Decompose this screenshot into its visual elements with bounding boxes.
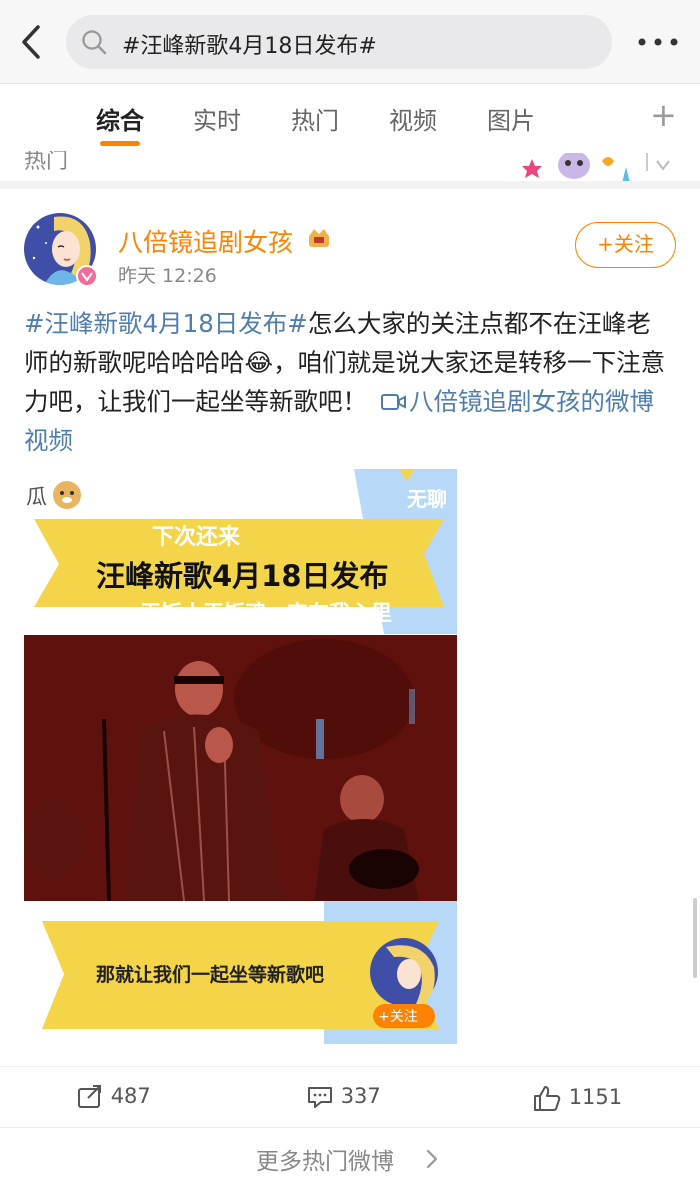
media-caption-right: 无聊 (407, 487, 447, 511)
post-time: 昨天 12:26 (118, 265, 217, 287)
weibo-post: 八倍镜追剧女孩 昨天 12:26 +关注 #汪峰新歌4月18日发布#怎么大家的关… (0, 189, 700, 1127)
tab-realtime[interactable]: 实时 (193, 101, 241, 136)
comment-icon (308, 1087, 332, 1108)
search-query: #汪峰新歌4月18日发布# (122, 34, 377, 59)
verified-badge-icon (76, 265, 98, 287)
media-line-1: 下次还来 (152, 525, 241, 550)
video-link-wrap (367, 387, 409, 416)
like-button[interactable]: 1151 (532, 1084, 622, 1112)
media-follow-badge: +关注 (378, 1009, 418, 1025)
search-icon (82, 30, 107, 55)
tab-video[interactable]: 视频 (389, 101, 437, 136)
add-tab-icon[interactable]: + (650, 99, 677, 131)
media-bottom-banner: 那就让我们一起坐等新歌吧 (96, 964, 325, 986)
repost-icon (78, 1085, 101, 1108)
action-bar: 487 337 1151 (0, 1066, 700, 1127)
category-tabs: 综合 实时 热门 视频 图片 + (0, 85, 700, 151)
more-hot-posts-label: 更多热门微博 (256, 1149, 394, 1175)
comment-button[interactable]: 337 (306, 1084, 381, 1110)
video-thumbnail[interactable]: 瓜 无聊 下次还来 汪峰新歌4月18日发布 干饭人干饭魂，宝在我心里 那就让我们… (24, 469, 457, 1044)
top-bar: #汪峰新歌4月18日发布# (0, 0, 700, 84)
media-line-3: 干饭人干饭魂，宝在我心里 (140, 601, 392, 625)
repost-button[interactable]: 487 (76, 1084, 151, 1110)
comment-count: 337 (340, 1084, 381, 1108)
video-link-icon (381, 394, 406, 410)
post-content: #汪峰新歌4月18日发布#怎么大家的关注点都不在汪峰老师的新歌呢哈哈哈哈😂，咱们… (24, 304, 674, 460)
tab-hot[interactable]: 热门 (291, 101, 339, 136)
author-name[interactable]: 八倍镜追剧女孩 (118, 223, 293, 259)
chevron-right-icon (426, 1149, 438, 1169)
hot-strip-label: 热门 (24, 151, 69, 174)
hashtag-link[interactable]: #汪峰新歌4月18日发布# (24, 309, 308, 338)
media-caption-left: 瓜 (26, 485, 47, 509)
back-arrow-icon[interactable] (14, 22, 50, 62)
scrollbar[interactable] (693, 898, 697, 978)
search-input[interactable]: #汪峰新歌4月18日发布# (66, 15, 612, 69)
follow-button[interactable]: +关注 (575, 222, 676, 268)
media-banner-title: 汪峰新歌4月18日发布 (96, 559, 389, 593)
like-count: 1151 (568, 1085, 623, 1109)
more-options-icon[interactable] (636, 36, 680, 48)
repost-count: 487 (110, 1084, 151, 1108)
member-crown-icon (309, 229, 329, 247)
tab-images[interactable]: 图片 (487, 101, 535, 136)
more-hot-posts-link[interactable]: 更多热门微博 (0, 1127, 700, 1184)
cartoon-decoration-icon (522, 153, 670, 181)
tab-comprehensive[interactable]: 综合 (96, 101, 144, 136)
hot-strip[interactable]: 热门 (0, 151, 700, 189)
laugh-emoji-icon: 😂 (244, 348, 274, 377)
like-icon (534, 1086, 561, 1111)
active-tab-indicator (100, 141, 140, 146)
